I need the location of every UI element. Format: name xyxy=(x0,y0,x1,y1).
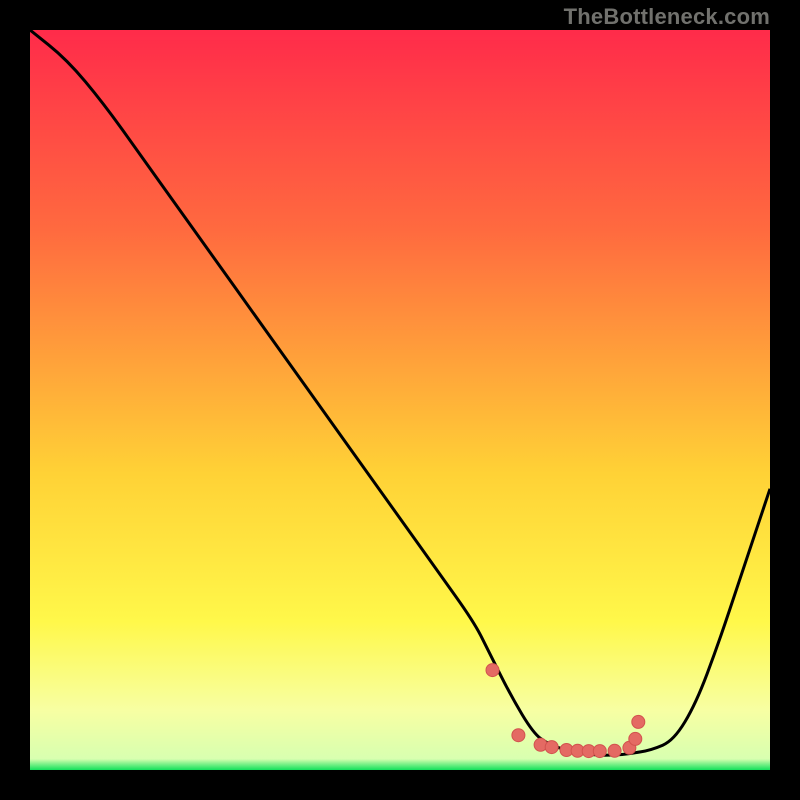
highlight-markers xyxy=(486,664,645,758)
marker-dot xyxy=(632,715,645,728)
marker-dot xyxy=(512,729,525,742)
chart-svg xyxy=(30,30,770,770)
marker-dot xyxy=(629,732,642,745)
marker-dot xyxy=(486,664,499,677)
bottleneck-curve xyxy=(30,30,770,755)
chart-frame xyxy=(30,30,770,770)
marker-dot xyxy=(545,741,558,754)
marker-dot xyxy=(608,744,621,757)
watermark-text: TheBottleneck.com xyxy=(564,4,770,30)
marker-dot xyxy=(593,745,606,758)
